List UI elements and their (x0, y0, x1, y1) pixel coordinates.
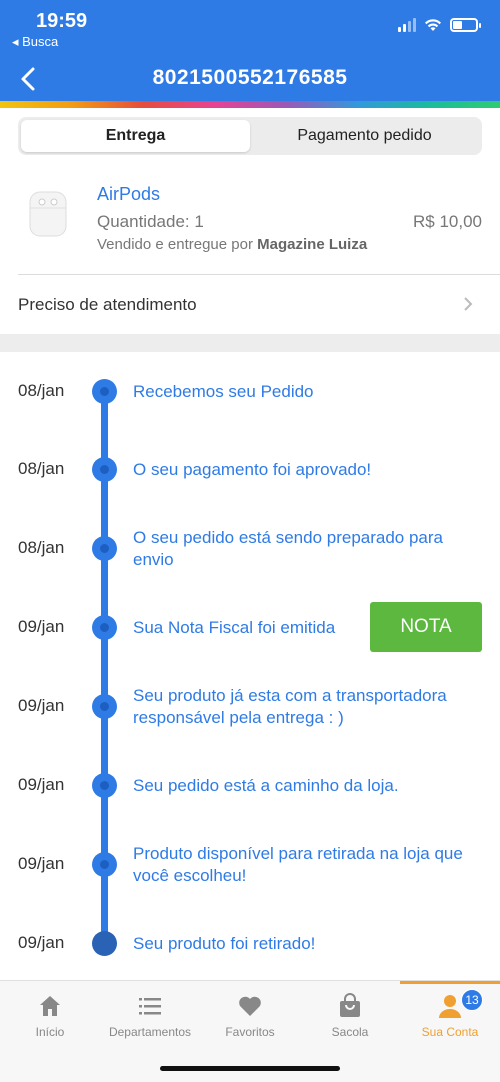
product-card: AirPods Quantidade: 1 R$ 10,00 Vendido e… (0, 170, 500, 275)
nav-label: Início (35, 1025, 65, 1039)
heart-icon (239, 996, 261, 1016)
product-quantity: Quantidade: 1 (97, 212, 204, 231)
battery-icon (450, 18, 481, 32)
timeline-step: 09/jan Produto disponível para retirada … (0, 844, 500, 912)
nav-label: Sacola (331, 1025, 369, 1039)
list-icon (139, 998, 161, 1015)
timeline-date: 08/jan (18, 459, 65, 478)
help-row[interactable]: Preciso de atendimento (0, 276, 500, 334)
timeline-dot (92, 536, 117, 561)
help-label: Preciso de atendimento (18, 295, 197, 314)
timeline-dot-current (92, 931, 117, 956)
section-separator (0, 334, 500, 352)
user-icon (439, 995, 461, 1018)
timeline-text: Sua Nota Fiscal foi emitida (133, 618, 336, 637)
bag-icon (340, 993, 360, 1017)
timeline-dot (92, 694, 117, 719)
wifi-icon (425, 19, 441, 31)
timeline-date: 08/jan (18, 381, 65, 400)
rainbow-bar (0, 101, 500, 108)
nav-label: Favoritos (225, 1025, 275, 1039)
timeline-step: 09/jan Seu produto já esta com a transpo… (0, 686, 500, 754)
timeline-date: 09/jan (18, 617, 65, 636)
home-icon (40, 996, 60, 1016)
timeline-step: 08/jan Recebemos seu Pedido (0, 379, 500, 439)
timeline-text: O seu pedido está sendo preparado para e… (133, 528, 444, 569)
timeline-text: Seu produto já esta com a transportadora… (133, 686, 447, 727)
signal-icon (398, 18, 416, 32)
nota-fiscal-button[interactable]: NOTA (370, 602, 482, 652)
order-number-title: 8021500552176585 (152, 66, 348, 89)
notification-badge: 13 (461, 989, 483, 1011)
app-header: 19:59 ◂ Busca 8021500552176585 (0, 0, 500, 108)
tab-pagamento-pedido[interactable]: Pagamento pedido (250, 120, 479, 152)
timeline-text: Seu pedido está a caminho da loja. (133, 776, 399, 795)
product-price: R$ 10,00 (413, 212, 482, 231)
timeline-step: 08/jan O seu pagamento foi aprovado! (0, 457, 500, 517)
nav-sacola[interactable]: Sacola (300, 981, 400, 1051)
segmented-tabs: Entrega Pagamento pedido (18, 117, 482, 155)
timeline-text: O seu pagamento foi aprovado! (133, 460, 372, 479)
product-name[interactable]: AirPods (97, 184, 160, 205)
seller-prefix: Vendido e entregue por (97, 236, 253, 253)
nav-sua-conta[interactable]: 13 Sua Conta (400, 981, 500, 1051)
status-time: 19:59 (36, 10, 88, 32)
timeline-date: 09/jan (18, 854, 65, 873)
timeline-dot (92, 615, 117, 640)
timeline-dot (92, 852, 117, 877)
status-icons (398, 18, 481, 32)
timeline-dot (92, 773, 117, 798)
nav-inicio[interactable]: Início (0, 981, 100, 1051)
timeline-step: 09/jan Seu pedido está a caminho da loja… (0, 773, 500, 833)
product-seller: Vendido e entregue por Magazine Luiza (97, 236, 367, 253)
divider (18, 274, 500, 275)
home-indicator (160, 1066, 340, 1071)
timeline-date: 09/jan (18, 775, 65, 794)
timeline-date: 09/jan (18, 933, 65, 952)
status-back-app[interactable]: ◂ Busca (12, 34, 58, 50)
nav-departamentos[interactable]: Departamentos (100, 981, 200, 1051)
nav-label: Sua Conta (421, 1025, 479, 1039)
timeline-text: Seu produto foi retirado! (133, 934, 316, 953)
nav-favoritos[interactable]: Favoritos (200, 981, 300, 1051)
timeline-text: Recebemos seu Pedido (133, 382, 314, 401)
nav-label: Departamentos (108, 1025, 192, 1039)
seller-name: Magazine Luiza (257, 236, 368, 253)
tab-entrega[interactable]: Entrega (21, 120, 250, 152)
timeline-date: 09/jan (18, 696, 65, 715)
timeline-step: 08/jan O seu pedido está sendo preparado… (0, 528, 500, 596)
timeline-dot (92, 457, 117, 482)
timeline-dot (92, 379, 117, 404)
timeline-date: 08/jan (18, 538, 65, 557)
timeline-text: Produto disponível para retirada na loja… (133, 844, 463, 885)
airpods-image (29, 191, 67, 237)
chevron-right-icon (464, 297, 473, 311)
order-timeline: 08/jan Recebemos seu Pedido 08/jan O seu… (0, 352, 500, 980)
